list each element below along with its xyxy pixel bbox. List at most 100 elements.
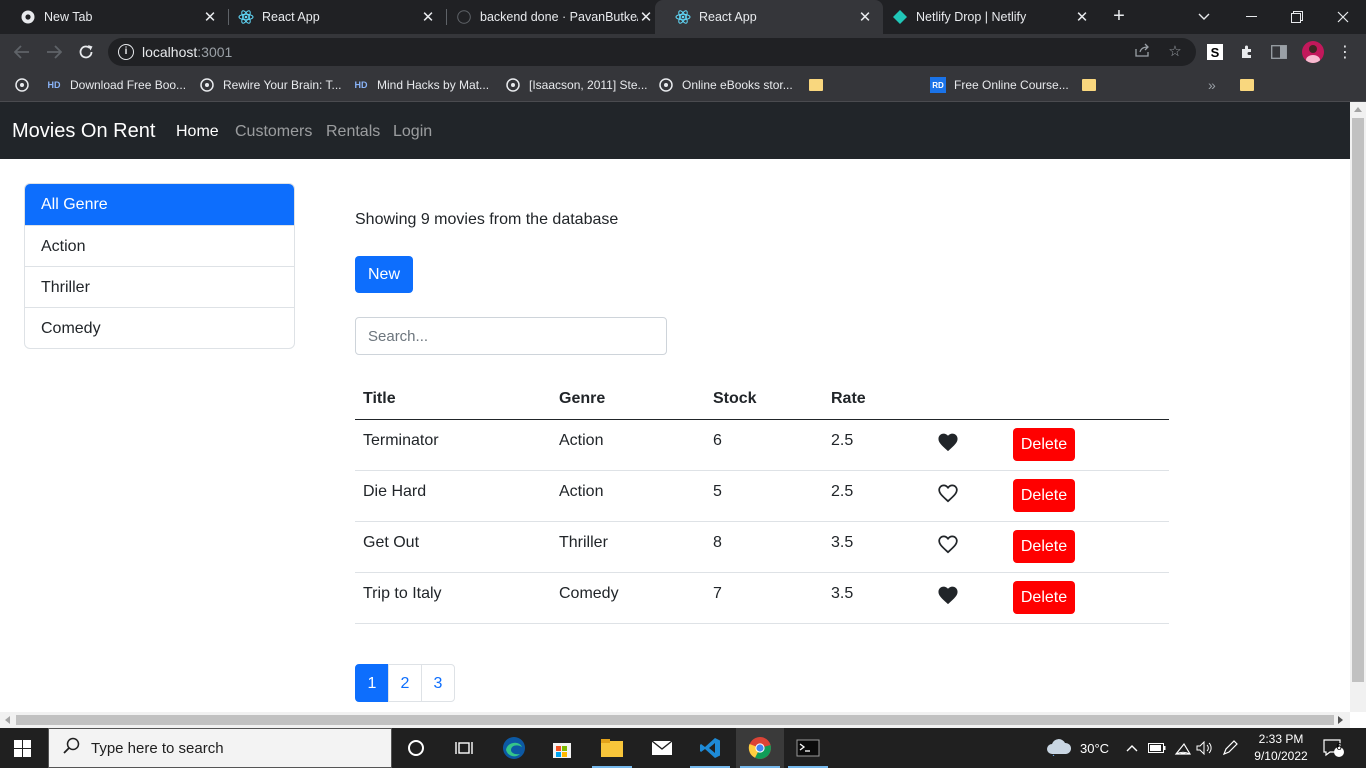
bookmark-apps[interactable] [14, 70, 38, 100]
new-tab-plus-icon[interactable]: + [1108, 5, 1130, 27]
forward-arrow-icon[interactable] [42, 40, 66, 64]
browser-tab-github[interactable]: backend done · PavanButke/ ✕ [436, 0, 664, 34]
bookmark-item[interactable]: HD Download Free Boo... [46, 70, 187, 100]
heart-filled-icon[interactable] [937, 432, 959, 452]
weather-widget[interactable]: 30°C [1046, 728, 1109, 768]
search-input[interactable] [355, 317, 667, 355]
vertical-scrollbar[interactable] [1350, 102, 1366, 712]
browser-tab-react-app-active[interactable]: React App ✕ [655, 0, 883, 34]
pen-workspace-icon[interactable] [1222, 728, 1238, 768]
bookmark-star-icon[interactable]: ☆ [1166, 43, 1184, 61]
column-header-rate[interactable]: Rate [823, 380, 919, 420]
column-header-stock[interactable]: Stock [705, 380, 823, 420]
nav-home[interactable]: Home [176, 123, 219, 141]
cell-actions: Delete [999, 521, 1169, 573]
taskbar-search-box[interactable]: Type here to search [48, 728, 392, 768]
nav-login[interactable]: Login [393, 123, 432, 141]
address-bar[interactable]: i localhost:3001 ☆ [108, 38, 1196, 66]
bookmarks-overflow-chevron[interactable]: » [1208, 70, 1216, 100]
close-window-icon[interactable] [1320, 0, 1366, 34]
taskbar-clock[interactable]: 2:33 PM 9/10/2022 [1246, 731, 1316, 765]
browser-tab-react-app[interactable]: React App ✕ [218, 0, 446, 34]
heart-filled-icon[interactable] [937, 585, 959, 605]
edge-icon[interactable] [490, 728, 538, 768]
extension-s-icon[interactable]: S [1207, 44, 1223, 60]
genre-item-action[interactable]: Action [25, 225, 294, 266]
heart-outline-icon[interactable] [937, 534, 959, 554]
vertical-scroll-thumb[interactable] [1352, 118, 1364, 682]
genre-item-thriller[interactable]: Thriller [25, 266, 294, 307]
battery-icon[interactable] [1148, 728, 1166, 768]
cell-stock: 8 [705, 521, 823, 573]
close-tab-icon[interactable]: ✕ [202, 8, 218, 26]
new-movie-button[interactable]: New [355, 256, 413, 293]
file-explorer-icon[interactable] [588, 728, 636, 768]
cell-genre: Thriller [551, 521, 705, 573]
browser-tab-netlify[interactable]: Netlify Drop | Netlify ✕ [872, 0, 1100, 34]
vscode-icon[interactable] [686, 728, 734, 768]
scroll-up-arrow-icon[interactable] [1354, 107, 1362, 112]
cell-title: Die Hard [355, 470, 551, 522]
terminal-icon[interactable] [784, 728, 832, 768]
genre-item-all[interactable]: All Genre [25, 184, 294, 225]
delete-button[interactable]: Delete [1013, 529, 1075, 563]
task-view-icon[interactable] [440, 728, 488, 768]
microsoft-store-icon[interactable] [538, 728, 586, 768]
brand-link[interactable]: Movies On Rent [12, 120, 155, 143]
delete-button[interactable]: Delete [1013, 427, 1075, 461]
scroll-right-arrow-icon[interactable] [1338, 716, 1343, 724]
minimize-window-icon[interactable] [1228, 0, 1274, 34]
horizontal-scrollbar[interactable] [0, 712, 1350, 728]
show-hidden-icons-chevron-icon[interactable] [1126, 728, 1138, 768]
heart-outline-icon[interactable] [937, 483, 959, 503]
bookmark-item[interactable]: [Isaacson, 2011] Ste... [505, 70, 648, 100]
nav-rentals[interactable]: Rentals [326, 123, 380, 141]
column-header-genre[interactable]: Genre [551, 380, 705, 420]
bookmark-item[interactable]: HD Mind Hacks by Mat... [353, 70, 490, 100]
side-panel-icon[interactable] [1270, 43, 1288, 61]
close-tab-icon[interactable]: ✕ [857, 8, 873, 26]
table-row: Die Hard Action 5 2.5 Delete [355, 470, 1169, 522]
page-link-1[interactable]: 1 [355, 664, 389, 702]
tab-title: React App [262, 10, 320, 24]
restore-window-icon[interactable] [1274, 0, 1320, 34]
column-header-like [919, 380, 999, 420]
scroll-left-arrow-icon[interactable] [5, 716, 10, 724]
windows-start-icon[interactable] [14, 740, 31, 757]
bookmark-item[interactable]: RD Free Online Course... [930, 70, 1069, 100]
react-icon [238, 9, 254, 25]
extensions-puzzle-icon[interactable] [1238, 43, 1256, 61]
close-tab-icon[interactable]: ✕ [1074, 8, 1090, 26]
browser-tab-new-tab[interactable]: New Tab ✕ [0, 0, 228, 34]
mail-icon[interactable] [638, 728, 686, 768]
page-link-3[interactable]: 3 [421, 664, 455, 702]
profile-avatar[interactable] [1302, 41, 1324, 63]
volume-icon[interactable] [1196, 728, 1214, 768]
nav-customers[interactable]: Customers [235, 123, 312, 141]
close-tab-icon[interactable]: ✕ [638, 8, 654, 26]
close-tab-icon[interactable]: ✕ [420, 8, 436, 26]
horizontal-scroll-thumb[interactable] [16, 715, 1334, 725]
tab-search-chevron-icon[interactable] [1181, 0, 1227, 34]
page-link-2[interactable]: 2 [388, 664, 422, 702]
site-info-icon[interactable]: i [118, 44, 134, 60]
share-icon[interactable] [1134, 43, 1152, 61]
column-header-title[interactable]: Title [355, 380, 551, 420]
reload-icon[interactable] [74, 40, 98, 64]
table-row: Terminator Action 6 2.5 Delete [355, 419, 1169, 471]
bookmark-item[interactable]: Online eBooks stor... [658, 70, 793, 100]
genre-item-comedy[interactable]: Comedy [25, 307, 294, 348]
other-bookmarks-folder[interactable] [1240, 70, 1262, 100]
notification-center-icon[interactable]: 6 [1322, 728, 1344, 768]
chrome-menu-kebab-icon[interactable]: ⋮ [1336, 43, 1354, 61]
cortana-circle-icon[interactable] [392, 728, 440, 768]
bookmark-folder[interactable] [809, 70, 831, 100]
bookmark-item[interactable]: Rewire Your Brain: T... [199, 70, 342, 100]
folder-icon [1082, 79, 1096, 91]
delete-button[interactable]: Delete [1013, 478, 1075, 512]
back-arrow-icon[interactable] [10, 40, 34, 64]
wifi-icon[interactable] [1174, 728, 1192, 768]
chrome-taskbar-icon[interactable] [736, 728, 784, 768]
bookmark-folder[interactable] [1082, 70, 1104, 100]
delete-button[interactable]: Delete [1013, 580, 1075, 614]
